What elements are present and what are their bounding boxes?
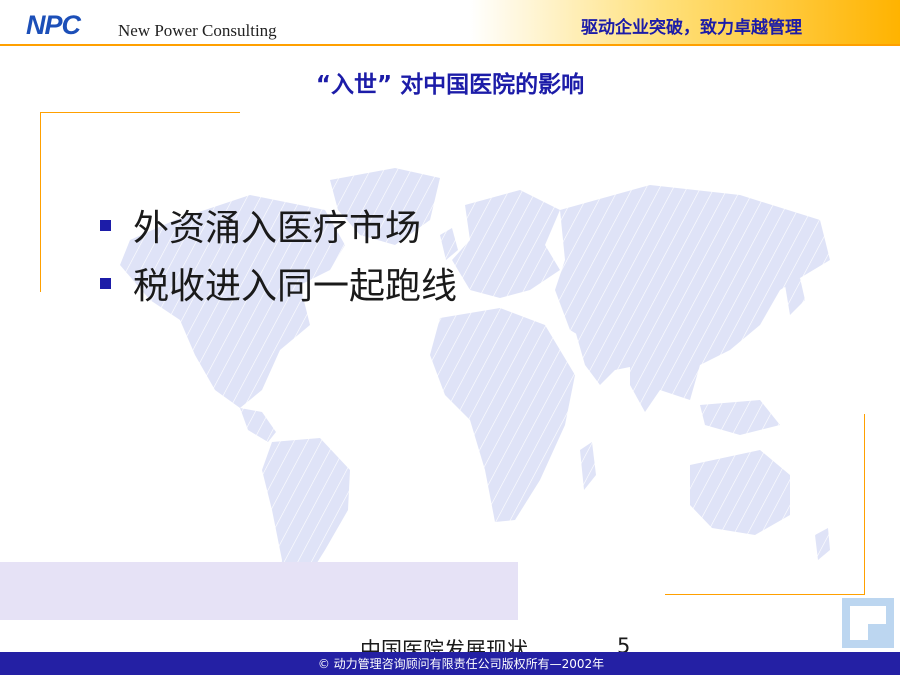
slogan: 驱动企业突破，致力卓越管理 <box>581 18 802 38</box>
copyright-text: © 动力管理咨询顾问有限责任公司版权所有—2002年 <box>317 657 605 671</box>
bullet-square-icon <box>100 219 111 231</box>
frame-corner-bottom-right-h <box>665 594 865 595</box>
frame-corner-top-left-h <box>40 112 240 113</box>
decorative-stripe <box>0 562 518 620</box>
bullet-list: 外资涌入医疗市场 税收进入同一起跑线 <box>100 196 457 312</box>
frame-corner-bottom-right-v <box>864 414 865 595</box>
bullet-text: 外资涌入医疗市场 <box>133 208 422 249</box>
frame-corner-top-left-v <box>40 112 41 292</box>
bullet-item: 税收进入同一起跑线 <box>100 254 457 312</box>
bullet-text: 税收进入同一起跑线 <box>133 266 458 307</box>
bullet-item: 外资涌入医疗市场 <box>100 196 457 254</box>
npc-logo: NPC <box>26 10 83 39</box>
slide-corner-icon <box>842 598 894 648</box>
company-name: New Power Consulting <box>118 21 277 40</box>
header-divider <box>0 44 900 46</box>
bullet-square-icon <box>100 277 111 289</box>
logo-text: NPC <box>26 10 82 39</box>
slide-title: “入世” 对中国医院的影响 <box>315 72 585 98</box>
header: NPC New Power Consulting 驱动企业突破，致力卓越管理 <box>0 0 900 44</box>
